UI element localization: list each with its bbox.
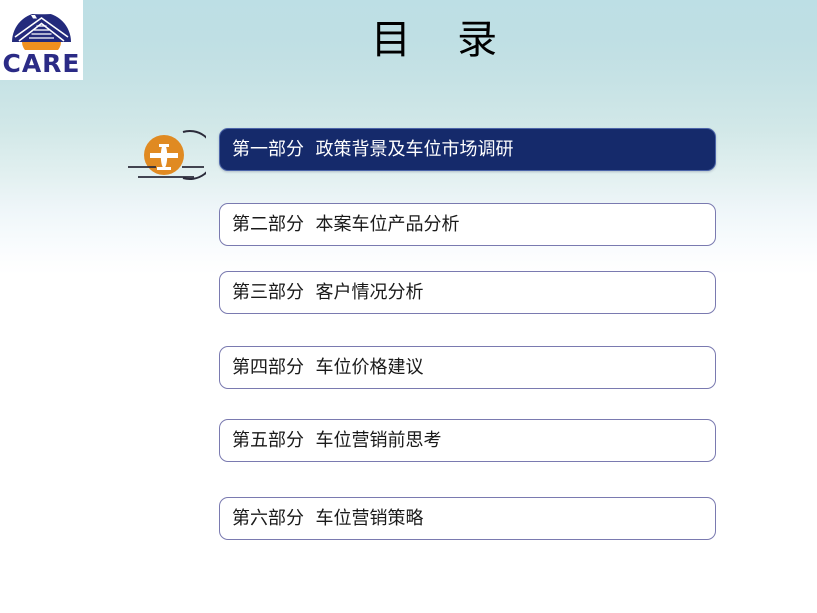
toc-item-6-label: 第六部分 车位营销策略 [232, 507, 424, 529]
toc-item-4-label: 第四部分 车位价格建议 [232, 356, 424, 378]
toc-item-3-box[interactable]: 第三部分 客户情况分析 [219, 271, 716, 314]
toc-item-5[interactable]: 第五部分 车位营销前思考 [219, 419, 716, 462]
toc-item-5-box[interactable]: 第五部分 车位营销前思考 [219, 419, 716, 462]
toc-item-2-box[interactable]: 第二部分 本案车位产品分析 [219, 203, 716, 246]
toc-item-1-label: 第一部分 政策背景及车位市场调研 [232, 138, 514, 160]
toc-item-1[interactable]: 第一部分 政策背景及车位市场调研 [219, 128, 716, 171]
toc-item-3[interactable]: 第三部分 客户情况分析 [219, 271, 716, 314]
toc-item-6-box[interactable]: 第六部分 车位营销策略 [219, 497, 716, 540]
toc-item-4[interactable]: 第四部分 车位价格建议 [219, 346, 716, 389]
toc-item-6[interactable]: 第六部分 车位营销策略 [219, 497, 716, 540]
toc-item-3-label: 第三部分 客户情况分析 [232, 281, 424, 303]
table-of-contents: 第一部分 政策背景及车位市场调研 第二部分 本案车位产品分析 第三部分 客户情况… [0, 0, 817, 613]
toc-item-5-label: 第五部分 车位营销前思考 [232, 429, 442, 451]
toc-item-4-box[interactable]: 第四部分 车位价格建议 [219, 346, 716, 389]
toc-item-1-box[interactable]: 第一部分 政策背景及车位市场调研 [219, 128, 716, 171]
presentation-slide: CARE 目 录 第一部分 政策背景及车位市场调研 第二部分 本案车位产品分析 … [0, 0, 817, 613]
toc-item-2-label: 第二部分 本案车位产品分析 [232, 213, 460, 235]
toc-item-2[interactable]: 第二部分 本案车位产品分析 [219, 203, 716, 246]
